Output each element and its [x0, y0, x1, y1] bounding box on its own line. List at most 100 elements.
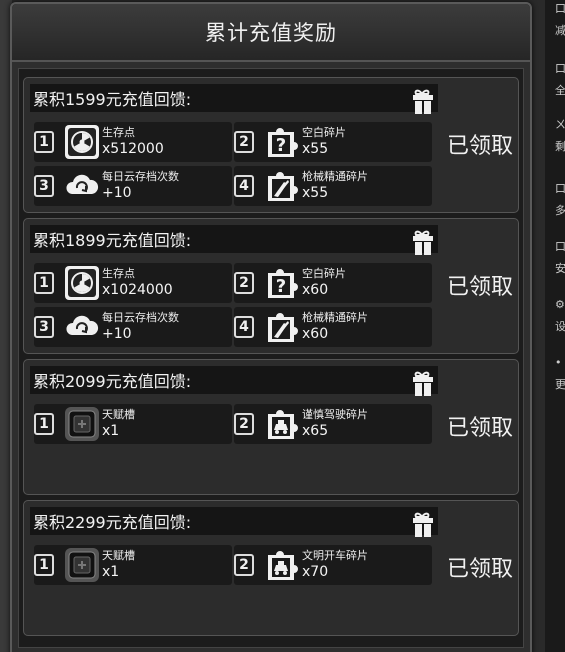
question-puzzle-icon: ?	[264, 265, 300, 301]
reward-item[interactable]: 1 天赋槽 x1	[34, 545, 232, 585]
gun-puzzle-icon	[264, 309, 300, 345]
reward-quantity: x65	[302, 423, 329, 439]
reward-item[interactable]: 1 天赋槽 x1	[34, 404, 232, 444]
claimed-status: 已领取	[446, 557, 513, 582]
reward-quantity: x60	[302, 326, 329, 342]
reward-name: 枪械精通碎片	[302, 311, 368, 324]
reward-name: 空白碎片	[302, 126, 346, 139]
question-puzzle-icon: ?	[264, 124, 300, 160]
side-menu-glyph: ㄨ	[555, 118, 565, 131]
car-puzzle-icon	[264, 547, 300, 583]
reward-item[interactable]: 1 生存点 x512000	[34, 122, 232, 162]
reward-item[interactable]: 4 枪械精通碎片 x55	[234, 166, 432, 206]
reward-index-badge: 1	[34, 413, 54, 435]
talent-slot-icon	[64, 406, 100, 442]
svg-text:?: ?	[276, 135, 286, 156]
side-menu-glyph: 更	[555, 378, 565, 391]
reward-quantity: +10	[102, 326, 132, 342]
background-side-menu: 口减口全ㄨ剩口多口安 ⚙ 设 • 更	[545, 0, 565, 652]
reward-index-badge: 2	[234, 413, 254, 435]
tier-header: 累积1599元充值回馈:	[30, 84, 438, 114]
reward-index-badge: 3	[34, 175, 54, 197]
reward-index-badge: 1	[34, 131, 54, 153]
reward-item[interactable]: 2 ? 空白碎片 x55	[234, 122, 432, 162]
radiation-icon	[64, 124, 100, 160]
reward-item[interactable]: 3 每日云存档次数 +10	[34, 166, 232, 206]
claimed-status: 已领取	[446, 134, 513, 159]
gift-icon	[410, 229, 436, 257]
reward-item[interactable]: 1 生存点 x1024000	[34, 263, 232, 303]
reward-item[interactable]: 3 每日云存档次数 +10	[34, 307, 232, 347]
side-menu-glyph: 口	[555, 182, 565, 195]
dialog-header: 累计充值奖励	[12, 4, 530, 62]
side-menu-glyph: •	[555, 356, 562, 369]
claimed-status: 已领取	[446, 416, 513, 441]
reward-item[interactable]: 2 文明开车碎片 x70	[234, 545, 432, 585]
side-menu-glyph: 口	[555, 240, 565, 253]
gun-puzzle-icon	[264, 168, 300, 204]
reward-index-badge: 1	[34, 554, 54, 576]
reward-tier-card: 累积2099元充值回馈: 1 天赋槽 x1 2 谨慎驾驶碎片 x65 已领取	[23, 359, 519, 495]
reward-name: 天赋槽	[102, 549, 135, 562]
reward-quantity: x55	[302, 141, 329, 157]
side-menu-glyph: 口	[555, 2, 565, 15]
tier-heading: 累积2099元充值回馈:	[33, 372, 192, 391]
tier-heading: 累积1599元充值回馈:	[33, 90, 192, 109]
reward-index-badge: 2	[234, 131, 254, 153]
side-menu-glyph: 剩	[555, 140, 565, 153]
reward-index-badge: 4	[234, 316, 254, 338]
dialog-title: 累计充值奖励	[205, 21, 337, 45]
reward-quantity: x1	[102, 423, 120, 439]
car-puzzle-icon	[264, 406, 300, 442]
side-menu-glyph: ⚙	[555, 298, 565, 311]
svg-text:?: ?	[276, 276, 286, 297]
reward-quantity: x512000	[102, 141, 164, 157]
reward-name: 生存点	[102, 267, 135, 280]
side-menu-glyph: 安	[555, 262, 565, 275]
talent-slot-icon	[64, 547, 100, 583]
side-menu-glyph: 减	[555, 24, 565, 37]
reward-index-badge: 4	[234, 175, 254, 197]
reward-index-badge: 3	[34, 316, 54, 338]
reward-name: 空白碎片	[302, 267, 346, 280]
side-menu-glyph: 多	[555, 204, 565, 217]
side-menu-glyph: 全	[555, 84, 565, 97]
reward-index-badge: 2	[234, 272, 254, 294]
recharge-reward-dialog: 累计充值奖励 累积1599元充值回馈: 1 生存点 x512000 2 ? 空白碎片…	[10, 2, 532, 652]
cloud-icon	[64, 168, 100, 204]
tier-header: 累积2099元充值回馈:	[30, 366, 438, 396]
gift-icon	[410, 88, 436, 116]
reward-name: 天赋槽	[102, 408, 135, 421]
reward-quantity: x55	[302, 185, 329, 201]
radiation-icon	[64, 265, 100, 301]
reward-name: 生存点	[102, 126, 135, 139]
reward-quantity: +10	[102, 185, 132, 201]
reward-quantity: x1024000	[102, 282, 173, 298]
side-menu-glyph: 口	[555, 62, 565, 75]
reward-item[interactable]: 2 ? 空白碎片 x60	[234, 263, 432, 303]
reward-index-badge: 2	[234, 554, 254, 576]
reward-quantity: x1	[102, 564, 120, 580]
cloud-icon	[64, 309, 100, 345]
claimed-status: 已领取	[446, 275, 513, 300]
reward-quantity: x70	[302, 564, 329, 580]
reward-name: 枪械精通碎片	[302, 170, 368, 183]
gift-icon	[410, 511, 436, 539]
reward-tier-card: 累积1899元充值回馈: 1 生存点 x1024000 2 ? 空白碎片 x60 3 每…	[23, 218, 519, 354]
reward-tier-card: 累积1599元充值回馈: 1 生存点 x512000 2 ? 空白碎片 x55 3 每日…	[23, 77, 519, 213]
reward-tier-card: 累积2299元充值回馈: 1 天赋槽 x1 2 文明开车碎片 x70 已领取	[23, 500, 519, 636]
gift-icon	[410, 370, 436, 398]
reward-name: 每日云存档次数	[102, 311, 179, 324]
tier-header: 累积1899元充值回馈:	[30, 225, 438, 255]
side-menu-glyph: 设	[555, 320, 565, 333]
reward-name: 谨慎驾驶碎片	[302, 408, 368, 421]
reward-list[interactable]: 累积1599元充值回馈: 1 生存点 x512000 2 ? 空白碎片 x55 3 每日…	[18, 68, 524, 648]
tier-heading: 累积1899元充值回馈:	[33, 231, 192, 250]
tier-heading: 累积2299元充值回馈:	[33, 513, 192, 532]
reward-name: 每日云存档次数	[102, 170, 179, 183]
reward-item[interactable]: 4 枪械精通碎片 x60	[234, 307, 432, 347]
reward-index-badge: 1	[34, 272, 54, 294]
reward-name: 文明开车碎片	[302, 549, 368, 562]
reward-quantity: x60	[302, 282, 329, 298]
reward-item[interactable]: 2 谨慎驾驶碎片 x65	[234, 404, 432, 444]
